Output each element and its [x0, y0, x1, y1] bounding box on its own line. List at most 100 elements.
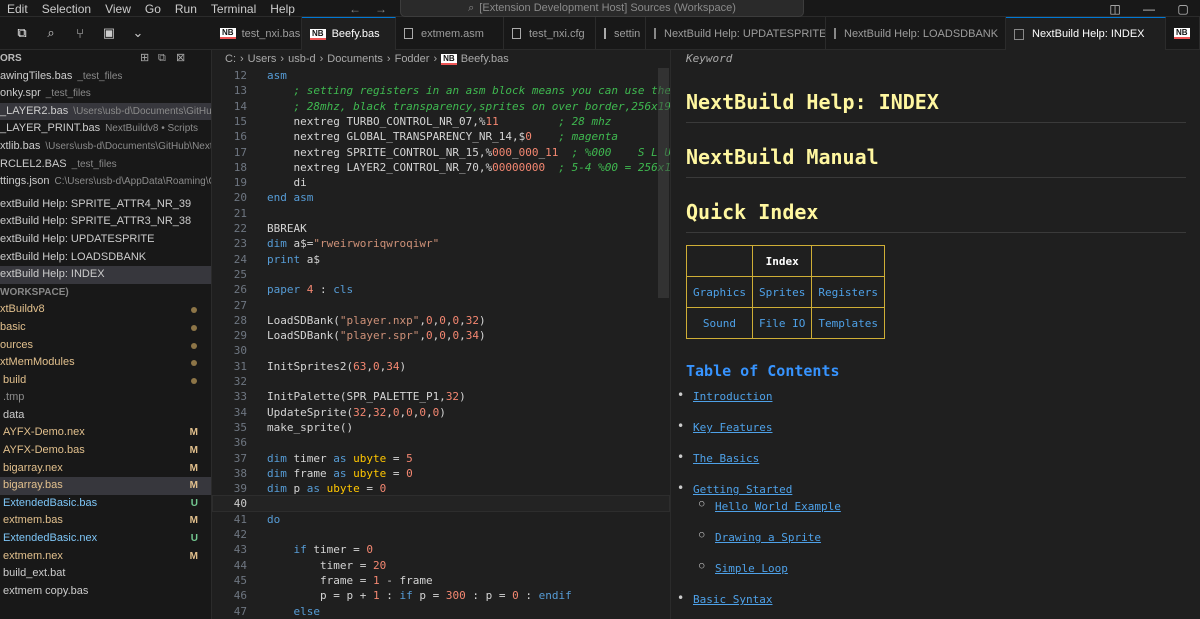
extensions-icon[interactable]: ▣ [101, 25, 117, 41]
layout-icon[interactable]: ◫ [1098, 2, 1132, 16]
toc-link[interactable]: Hello World Example [715, 500, 841, 513]
workspace-item[interactable]: bigarray.bas M [0, 477, 211, 495]
breadcrumb-item[interactable]: C: [225, 53, 236, 65]
code-line[interactable]: else [267, 605, 321, 618]
toc-link[interactable]: Simple Loop [715, 562, 788, 575]
code-line[interactable]: nextreg SPRITE_CONTROL_NR_15,%000_000_11… [267, 146, 670, 159]
help-editor-item[interactable]: extBuild Help: UPDATESPRITE [0, 231, 211, 249]
help-editor-item[interactable]: extBuild Help: INDEX [0, 266, 211, 284]
open-editors-header[interactable]: ORS ⊞ ⧉ ⊠ [0, 50, 211, 68]
code-line[interactable]: dim p as ubyte = 0 [267, 482, 386, 495]
menu-item-help[interactable]: Help [263, 2, 302, 16]
editor-scrollbar-thumb[interactable] [658, 68, 669, 298]
chevron-down-icon[interactable]: ⌄ [130, 25, 146, 41]
index-link[interactable]: File IO [751, 307, 813, 339]
open-editor-item[interactable]: _LAYER2.bas \Users\usb-d\Documents\GitHub… [0, 102, 211, 121]
open-editor-item[interactable]: xtlib.bas \Users\usb-d\Documents\GitHub\N… [0, 138, 211, 156]
code-line[interactable]: di [267, 176, 306, 189]
minimize-icon[interactable]: — [1132, 2, 1166, 16]
workspace-item[interactable]: basic [0, 319, 211, 337]
workspace-item[interactable]: xtBuildv8 [0, 301, 211, 319]
open-editor-item[interactable]: onky.spr _test_files [0, 85, 211, 103]
toc-link[interactable]: Introduction [693, 390, 772, 403]
code-line[interactable]: dim a$="rweirworiqwroqiwr" [267, 237, 439, 250]
code-line[interactable]: nextreg GLOBAL_TRANSPARENCY_NR_14,$0 ; m… [267, 130, 618, 143]
breadcrumb-item[interactable]: Fodder [395, 53, 430, 65]
toc-item[interactable]: • Getting Started [677, 481, 792, 496]
copy-icon[interactable]: ⧉ [14, 25, 30, 41]
workspace-item[interactable]: ExtendedBasic.nex U [0, 530, 211, 548]
code-line[interactable]: dim frame as ubyte = 0 [267, 467, 413, 480]
tab-2[interactable]: extmem.asm [396, 17, 504, 50]
code-line[interactable]: LoadSDBank("player.spr",0,0,0,34) [267, 329, 486, 342]
workspace-item[interactable]: ources [0, 337, 211, 355]
code-line[interactable]: ; 28mhz, black transparency,sprites on o… [267, 100, 671, 113]
tab-8[interactable]: NB [1166, 17, 1200, 50]
code-line[interactable]: ; setting registers in an asm block mean… [267, 84, 671, 97]
toc-item[interactable]: • The Basics [677, 450, 759, 465]
workspace-item[interactable]: xtMemModules [0, 354, 211, 372]
maximize-icon[interactable]: ▢ [1166, 2, 1200, 16]
index-link[interactable]: Sound [686, 307, 753, 339]
index-link[interactable]: Sprites [751, 276, 813, 308]
workspace-item[interactable]: .tmp [0, 389, 211, 407]
menu-item-selection[interactable]: Selection [35, 2, 98, 16]
code-line[interactable]: nextreg TURBO_CONTROL_NR_07,%11 ; 28 mhz [267, 115, 611, 128]
search-icon[interactable]: ⌕ [43, 25, 59, 41]
workspace-item[interactable]: AYFX-Demo.nex M [0, 424, 211, 442]
open-editor-item[interactable]: ttings.json C:\Users\usb-d\AppData\Roamin… [0, 173, 211, 191]
source-control-icon[interactable]: ⑂ [72, 26, 88, 41]
help-editor-item[interactable]: extBuild Help: SPRITE_ATTR3_NR_38 [0, 213, 211, 231]
toc-link[interactable]: Key Features [693, 421, 772, 434]
help-editor-item[interactable]: extBuild Help: SPRITE_ATTR4_NR_39 [0, 196, 211, 214]
toc-link[interactable]: Drawing a Sprite [715, 531, 821, 544]
tab-4[interactable]: settin [596, 17, 646, 50]
code-line[interactable]: timer = 20 [267, 559, 386, 572]
tab-0[interactable]: NB test_nxi.bas [212, 17, 302, 50]
help-editor-item[interactable]: extBuild Help: LOADSDBANK [0, 249, 211, 267]
save-all-icon[interactable]: ⧉ [158, 50, 166, 68]
menu-item-terminal[interactable]: Terminal [204, 2, 263, 16]
toc-item[interactable]: • Key Features [677, 419, 772, 434]
toc-item[interactable]: • Basic Syntax [677, 591, 772, 606]
open-editor-item[interactable]: RCLEL2.BAS _test_files [0, 156, 211, 174]
code-line[interactable]: UpdateSprite(32,32,0,0,0,0) [267, 406, 446, 419]
workspace-item[interactable]: bigarray.nex M [0, 460, 211, 478]
workspace-item[interactable]: extmem copy.bas [0, 583, 211, 601]
workspace-item[interactable]: build [0, 372, 211, 390]
toc-item[interactable]: • Introduction [677, 388, 772, 403]
toc-link[interactable]: Basic Syntax [693, 593, 772, 606]
new-file-icon[interactable]: ⊞ [140, 50, 149, 68]
code-line[interactable]: p = p + 1 : if p = 300 : p = 0 : endif [267, 589, 572, 602]
breadcrumb-item[interactable]: Beefy.bas [461, 53, 509, 65]
code-line[interactable]: LoadSDBank("player.nxp",0,0,0,32) [267, 314, 486, 327]
tab-5[interactable]: NextBuild Help: UPDATESPRITE [646, 17, 826, 50]
back-arrow-icon[interactable]: ← [349, 2, 361, 16]
open-editor-item[interactable]: awingTiles.bas _test_files [0, 68, 211, 86]
toc-item[interactable]: ○ Hello World Example [699, 499, 841, 513]
tab-6[interactable]: NextBuild Help: LOADSDBANK [826, 17, 1006, 50]
toc-link[interactable]: The Basics [693, 452, 759, 465]
index-link[interactable]: Graphics [686, 276, 753, 308]
code-line[interactable]: make_sprite() [267, 421, 353, 434]
workspace-item[interactable]: data [0, 407, 211, 425]
code-line[interactable]: paper 4 : cls [267, 283, 353, 296]
tab-3[interactable]: test_nxi.cfg [504, 17, 596, 50]
workspace-item[interactable]: extmem.bas M [0, 512, 211, 530]
command-center[interactable]: ⌕ [Extension Development Host] Sources (… [400, 0, 804, 17]
index-link[interactable]: Registers [811, 276, 885, 308]
breadcrumb-item[interactable]: usb-d [288, 53, 316, 65]
breadcrumb-item[interactable]: Users [248, 53, 277, 65]
menu-item-view[interactable]: View [98, 2, 138, 16]
menu-item-go[interactable]: Go [138, 2, 168, 16]
code-editor[interactable]: 12 asm 13 ; setting registers in an asm bl… [212, 68, 670, 619]
code-line[interactable]: print a$ [267, 253, 320, 266]
tab-1[interactable]: NB Beefy.bas [302, 17, 396, 50]
menu-item-edit[interactable]: Edit [0, 2, 35, 16]
workspace-item[interactable]: ExtendedBasic.bas U [0, 495, 211, 513]
code-line[interactable]: asm [267, 69, 287, 82]
toc-item[interactable]: ○ Drawing a Sprite [699, 530, 821, 544]
workspace-item[interactable]: AYFX-Demo.bas M [0, 442, 211, 460]
tab-7[interactable]: NextBuild Help: INDEX [1006, 17, 1166, 50]
workspace-item[interactable]: extmem.nex M [0, 548, 211, 566]
